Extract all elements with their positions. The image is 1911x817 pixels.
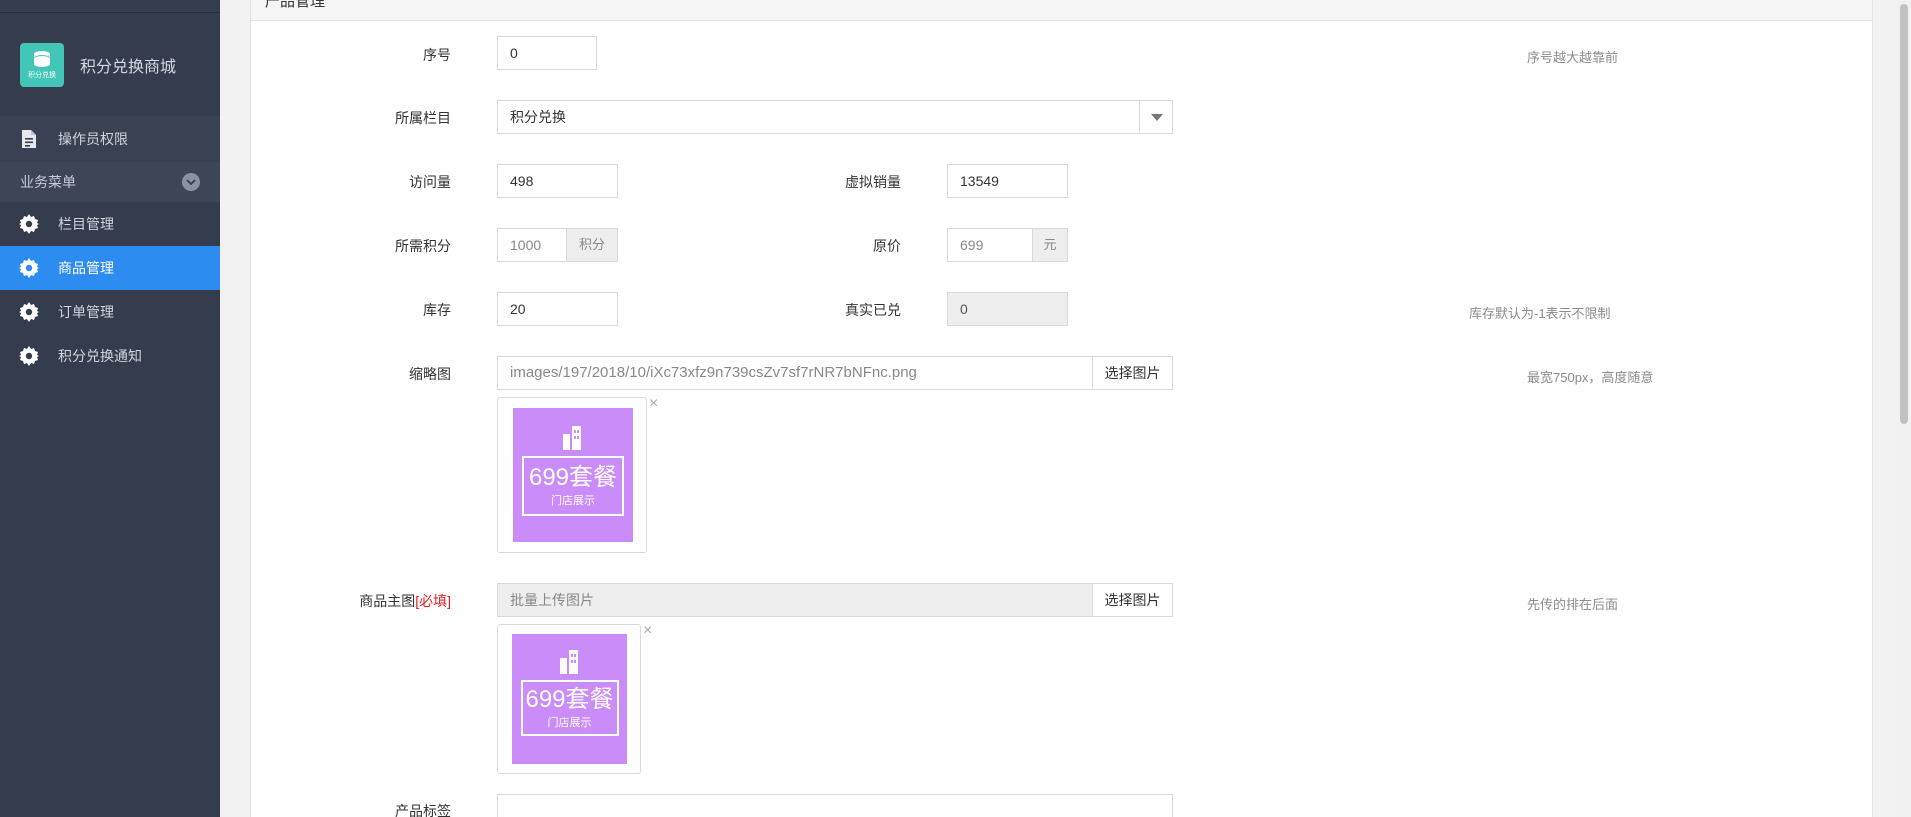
thumbnail-preview[interactable]: 699套餐 门店展示 <box>497 397 647 553</box>
main-image-thumbnail: 699套餐 门店展示 <box>512 634 627 764</box>
sidebar-item-label: 订单管理 <box>58 304 114 320</box>
gear-icon <box>18 213 40 235</box>
order-label: 序号 <box>423 47 451 63</box>
original-price-input[interactable]: 699 <box>947 228 1033 262</box>
virtual-sales-label: 虚拟销量 <box>845 174 901 190</box>
real-redeemed-input: 0 <box>947 292 1068 326</box>
views-input[interactable]: 498 <box>497 164 618 198</box>
gear-icon <box>18 301 40 323</box>
main-image-label: 商品主图[必填] <box>359 593 451 609</box>
sidebar-item-points-notice[interactable]: 积分兑换通知 <box>0 334 220 378</box>
sidebar-item-category-management[interactable]: 栏目管理 <box>0 202 220 246</box>
brand-title: 积分兑换商城 <box>80 58 177 76</box>
sidebar-item-operator-permissions[interactable]: 操作员权限 <box>0 116 220 162</box>
main-image-hint: 先传的排在后面 <box>1527 597 1619 612</box>
sidebar-item-order-management[interactable]: 订单管理 <box>0 290 220 334</box>
order-hint: 序号越大越靠前 <box>1527 50 1619 65</box>
order-input[interactable]: 0 <box>497 36 597 70</box>
close-icon[interactable]: × <box>643 622 652 640</box>
sidebar-item-label: 商品管理 <box>58 260 114 276</box>
preview-title: 699套餐 <box>525 686 614 713</box>
panel-title: 产品管理 <box>265 0 326 10</box>
points-addon: 积分 <box>566 228 618 262</box>
main-area: 产品管理 序号 0 序号越大越靠前 所属栏目 积分兑换 访问量 498 虚拟销量… <box>220 0 1911 817</box>
building-icon <box>563 426 581 450</box>
main-image-select-button[interactable]: 选择图片 <box>1092 583 1173 617</box>
points-label: 所需积分 <box>395 238 451 254</box>
sidebar: 积分兑换 积分兑换商城 操作员权限 业务菜单 栏目管理 商品管理 订单管理 积分… <box>0 0 220 817</box>
thumbnail-image: 699套餐 门店展示 <box>513 408 633 542</box>
main-image-preview[interactable]: 699套餐 门店展示 <box>497 624 641 774</box>
gear-icon <box>18 345 40 367</box>
preview-label-box: 699套餐 门店展示 <box>522 456 624 516</box>
preview-label-box: 699套餐 门店展示 <box>520 680 619 736</box>
original-price-label: 原价 <box>873 238 901 254</box>
stock-label: 库存 <box>423 302 451 318</box>
product-form-panel: 产品管理 序号 0 序号越大越靠前 所属栏目 积分兑换 访问量 498 虚拟销量… <box>250 0 1873 817</box>
price-unit-addon: 元 <box>1032 228 1068 262</box>
document-icon <box>18 128 40 150</box>
virtual-sales-input[interactable]: 13549 <box>947 164 1068 198</box>
preview-subtitle: 门店展示 <box>547 717 592 729</box>
scrollbar-thumb[interactable] <box>1900 4 1908 424</box>
real-redeemed-label: 真实已兑 <box>845 302 901 318</box>
category-label: 所属栏目 <box>395 110 451 126</box>
chevron-down-icon[interactable] <box>1139 100 1173 134</box>
brand[interactable]: 积分兑换 积分兑换商城 <box>0 12 220 116</box>
sidebar-item-product-management[interactable]: 商品管理 <box>0 246 220 290</box>
required-mark: [必填] <box>415 593 451 609</box>
points-input[interactable]: 1000 <box>497 228 567 262</box>
thumbnail-label: 缩略图 <box>409 366 451 382</box>
next-field-input[interactable] <box>497 794 1173 817</box>
main-image-input[interactable]: 批量上传图片 <box>497 583 1093 617</box>
close-icon[interactable]: × <box>649 395 658 413</box>
section-business-menu[interactable]: 业务菜单 <box>0 162 220 202</box>
sidebar-item-label: 积分兑换通知 <box>58 348 142 364</box>
page-scrollbar[interactable] <box>1897 0 1911 817</box>
logo-text: 积分兑换 <box>28 71 56 79</box>
stock-hint: 库存默认为-1表示不限制 <box>1469 306 1611 321</box>
category-select[interactable]: 积分兑换 <box>497 100 1173 134</box>
section-title: 业务菜单 <box>20 174 76 190</box>
stock-input[interactable]: 20 <box>497 292 618 326</box>
views-label: 访问量 <box>409 174 451 190</box>
sidebar-item-label: 操作员权限 <box>58 131 128 147</box>
gear-icon <box>18 257 40 279</box>
thumbnail-select-button[interactable]: 选择图片 <box>1092 356 1173 390</box>
panel-header: 产品管理 <box>251 0 1872 21</box>
chevron-down-icon[interactable] <box>182 173 200 191</box>
thumbnail-hint: 最宽750px，高度随意 <box>1527 370 1654 385</box>
app-logo: 积分兑换 <box>20 42 64 87</box>
building-icon <box>559 650 578 674</box>
thumbnail-path-input[interactable]: images/197/2018/10/iXc73xfz9n739csZv7sf7… <box>497 356 1093 390</box>
sidebar-item-label: 栏目管理 <box>58 216 114 232</box>
next-field-label: 产品标签 <box>395 803 451 817</box>
preview-subtitle: 门店展示 <box>551 495 595 507</box>
preview-title: 699套餐 <box>528 464 618 491</box>
coin-stack-icon <box>34 50 50 67</box>
